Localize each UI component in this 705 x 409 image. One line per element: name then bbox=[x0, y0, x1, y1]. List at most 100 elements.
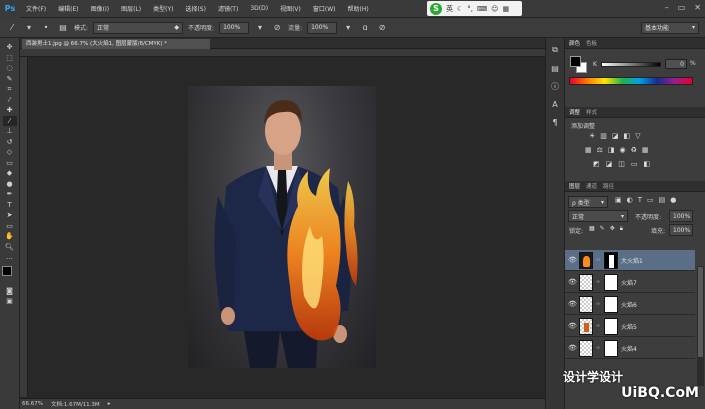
properties-panel-icon[interactable]: ▤ bbox=[549, 62, 561, 74]
menu-window[interactable]: 窗口(W) bbox=[307, 4, 342, 13]
punct-icon[interactable]: °, bbox=[467, 5, 473, 13]
pen-tool-icon[interactable]: ✒ bbox=[3, 189, 17, 200]
path-select-tool-icon[interactable]: ➤ bbox=[3, 210, 17, 221]
menu-filter[interactable]: 滤镜(T) bbox=[212, 4, 244, 13]
quick-select-tool-icon[interactable]: ✎ bbox=[3, 74, 17, 85]
layer-mask-thumbnail[interactable] bbox=[604, 251, 618, 269]
posterize-icon[interactable]: ◪ bbox=[606, 160, 613, 168]
history-panel-icon[interactable]: ⧉ bbox=[549, 44, 561, 56]
chevron-down-icon[interactable]: ▾ bbox=[23, 22, 35, 34]
moon-icon[interactable]: ☾ bbox=[457, 5, 463, 13]
fill-field[interactable]: 100% bbox=[669, 224, 693, 236]
document-tab[interactable]: 西装男士1.jpg @ 66.7% (大火焰1, 图层蒙版/8/CMYK) * bbox=[22, 39, 210, 49]
mode-select[interactable]: 正常 ◆ bbox=[93, 21, 184, 34]
brush-size-icon[interactable]: • bbox=[40, 22, 52, 34]
color-swatches[interactable] bbox=[1, 265, 18, 282]
layer-row[interactable]: 👁︎ ∞ 火焰5 bbox=[565, 316, 695, 337]
eraser-tool-icon[interactable]: ◇ bbox=[3, 147, 17, 158]
menu-image[interactable]: 图像(I) bbox=[85, 4, 115, 13]
airbrush-icon[interactable]: ɑ bbox=[359, 22, 371, 34]
eye-icon[interactable]: 👁︎ bbox=[568, 322, 577, 330]
close-icon[interactable]: ✕ bbox=[694, 3, 701, 12]
tab-channels[interactable]: 通道 bbox=[586, 182, 597, 190]
shape-filter-icon[interactable]: ▭ bbox=[647, 196, 654, 204]
canvas-image[interactable] bbox=[188, 86, 376, 368]
dodge-tool-icon[interactable]: ● bbox=[3, 179, 17, 190]
layer-row[interactable]: 👁︎ ∞ 火焰6 bbox=[565, 294, 695, 315]
brush-tool-icon[interactable]: ⁄ bbox=[2, 115, 17, 126]
brush-panel-icon[interactable]: ▤ bbox=[57, 22, 69, 34]
ime-toolbar[interactable]: S 英 ☾ °, ⌨ ☺ ▦ bbox=[427, 1, 522, 16]
workspace-select[interactable]: 基本功能 ▾ bbox=[641, 21, 699, 34]
info-panel-icon[interactable]: ⓘ bbox=[549, 80, 561, 92]
link-icon[interactable]: ∞ bbox=[596, 257, 601, 263]
user-icon[interactable]: ☺ bbox=[491, 5, 498, 13]
hue-icon[interactable]: ▦ bbox=[585, 146, 592, 154]
layer-name[interactable]: 火焰6 bbox=[621, 300, 637, 309]
blur-tool-icon[interactable]: ◆ bbox=[3, 168, 17, 179]
foreground-swatch[interactable] bbox=[1, 265, 12, 276]
brightness-icon[interactable]: ☀ bbox=[589, 132, 595, 140]
character-panel-icon[interactable]: A bbox=[549, 98, 561, 110]
type-filter-icon[interactable]: T bbox=[638, 196, 642, 204]
screen-mode-icon[interactable]: ▣ bbox=[3, 296, 17, 307]
eye-icon[interactable]: 👁︎ bbox=[568, 256, 577, 264]
gradient-map-icon[interactable]: ▭ bbox=[631, 160, 638, 168]
lock-image-icon[interactable]: ✎ bbox=[600, 225, 605, 233]
threshold-icon[interactable]: ◫ bbox=[618, 160, 625, 168]
layer-name[interactable]: 火焰4 bbox=[621, 344, 637, 353]
layer-thumbnail[interactable] bbox=[579, 317, 593, 335]
bw-icon[interactable]: ◨ bbox=[608, 146, 615, 154]
channel-mixer-icon[interactable]: ♻ bbox=[631, 146, 637, 154]
more-tools-icon[interactable]: … bbox=[3, 252, 17, 263]
tab-layers[interactable]: 图层 bbox=[569, 182, 580, 190]
tab-styles[interactable]: 样式 bbox=[586, 108, 597, 116]
layer-opacity-field[interactable]: 100% bbox=[669, 210, 693, 222]
marquee-tool-icon[interactable]: ⬚ bbox=[3, 53, 17, 64]
menu-help[interactable]: 帮助(H) bbox=[342, 4, 375, 13]
link-icon[interactable]: ∞ bbox=[596, 323, 601, 329]
layer-thumbnail[interactable] bbox=[579, 251, 593, 269]
minimize-icon[interactable]: – bbox=[665, 3, 669, 12]
healing-tool-icon[interactable]: ✚ bbox=[3, 105, 17, 116]
exposure-icon[interactable]: ◧ bbox=[624, 132, 631, 140]
layer-name[interactable]: 大火焰1 bbox=[621, 256, 643, 265]
levels-icon[interactable]: ▥ bbox=[600, 132, 607, 140]
invert-icon[interactable]: ◩ bbox=[593, 160, 600, 168]
history-brush-icon[interactable]: ↺ bbox=[3, 137, 17, 148]
eye-icon[interactable]: 👁︎ bbox=[568, 300, 577, 308]
pressure-size-icon[interactable]: ⊘ bbox=[376, 22, 388, 34]
flow-field[interactable]: 100% bbox=[307, 21, 338, 34]
selective-color-icon[interactable]: ◧ bbox=[644, 160, 651, 168]
eye-icon[interactable]: 👁︎ bbox=[568, 344, 577, 352]
lasso-tool-icon[interactable]: ◌ bbox=[3, 63, 17, 74]
color-spectrum[interactable] bbox=[569, 77, 693, 85]
layer-mask-thumbnail[interactable] bbox=[604, 295, 618, 313]
eyedropper-tool-icon[interactable]: ⁄ bbox=[3, 95, 17, 106]
layer-row[interactable]: 👁︎ ∞ 大火焰1 bbox=[565, 250, 695, 271]
layers-scrollbar[interactable] bbox=[697, 266, 704, 386]
curves-icon[interactable]: ◪ bbox=[612, 132, 619, 140]
filter-toggle-icon[interactable]: ● bbox=[670, 196, 676, 204]
type-tool-icon[interactable]: T bbox=[3, 200, 17, 211]
lock-all-icon[interactable]: 🔒︎ bbox=[620, 225, 623, 233]
link-icon[interactable]: ∞ bbox=[596, 345, 601, 351]
color-balance-icon[interactable]: ⚖ bbox=[597, 146, 603, 154]
menu-edit[interactable]: 编辑(E) bbox=[52, 4, 84, 13]
crop-tool-icon[interactable]: ⌗ bbox=[3, 84, 17, 95]
gradient-tool-icon[interactable]: ▭ bbox=[3, 158, 17, 169]
tab-paths[interactable]: 路径 bbox=[603, 182, 614, 190]
menu-view[interactable]: 视图(V) bbox=[274, 4, 307, 13]
adjust-filter-icon[interactable]: ◐ bbox=[627, 196, 633, 204]
layer-thumbnail[interactable] bbox=[579, 339, 593, 357]
hand-tool-icon[interactable]: ✋ bbox=[3, 231, 17, 242]
k-value-field[interactable]: 0 bbox=[665, 59, 687, 69]
lock-position-icon[interactable]: ✥ bbox=[610, 225, 615, 233]
layer-row[interactable]: 👁︎ ∞ 火焰4 bbox=[565, 338, 695, 359]
smart-filter-icon[interactable]: ▤ bbox=[659, 196, 666, 204]
blend-mode-select[interactable]: 正常 ▾ bbox=[568, 210, 628, 222]
layer-thumbnail[interactable] bbox=[579, 273, 593, 291]
menu-3d[interactable]: 3D(D) bbox=[244, 5, 274, 12]
shape-tool-icon[interactable]: ▭ bbox=[3, 221, 17, 232]
layer-mask-thumbnail[interactable] bbox=[604, 339, 618, 357]
